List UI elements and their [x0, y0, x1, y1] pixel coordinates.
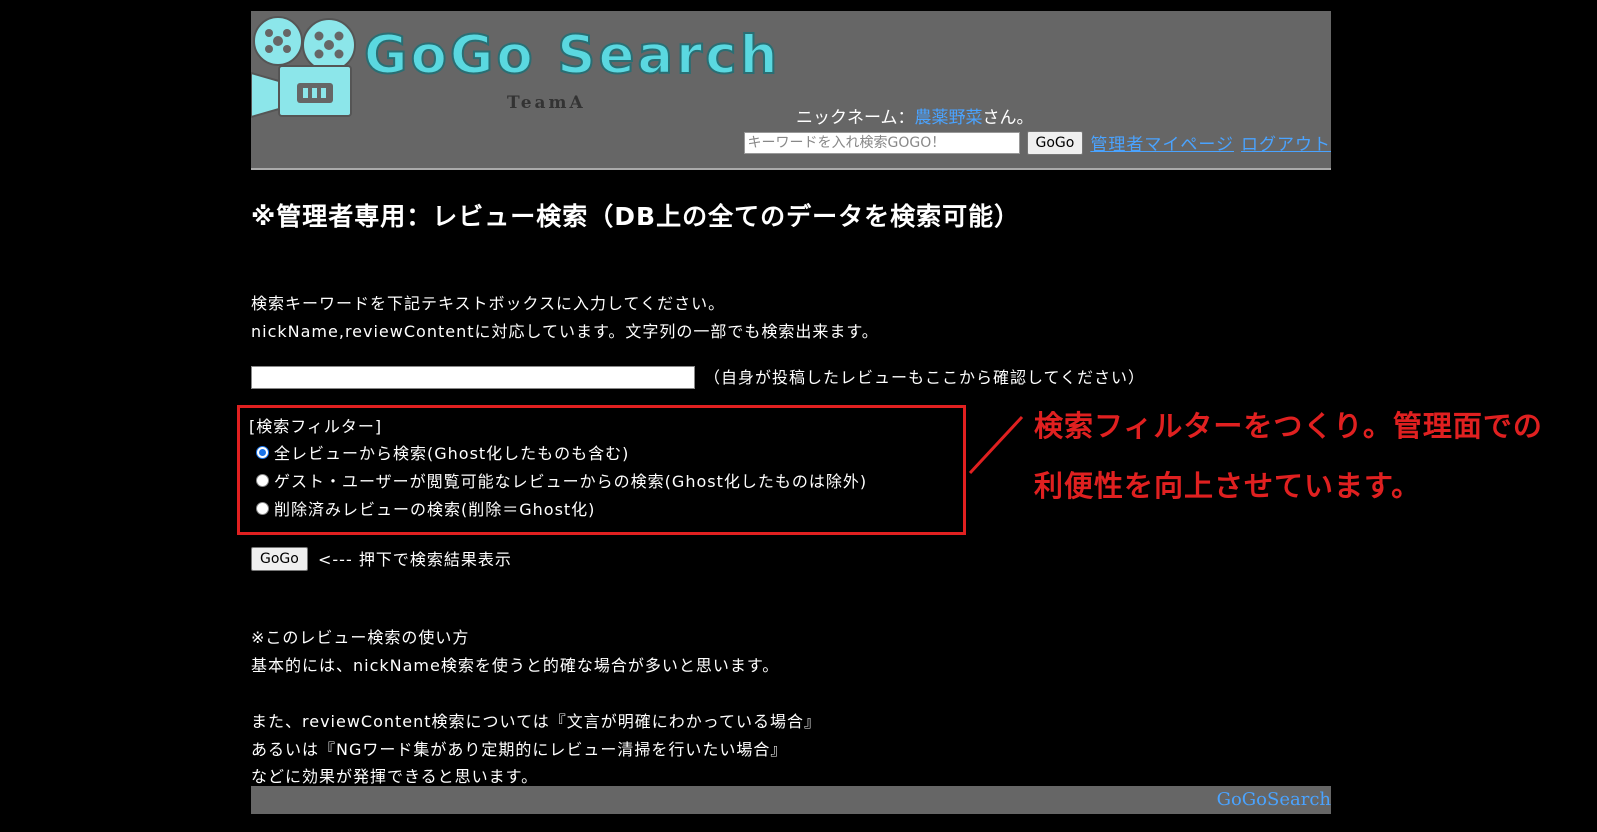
filter-option-label: 全レビューから検索(Ghost化したものも含む) [274, 444, 630, 463]
site-header: GoGo Search TeamA ニックネーム：農薬野菜さん。 GoGo 管理… [251, 11, 1331, 170]
filter-option-deleted[interactable]: 削除済みレビューの検索(削除＝Ghost化) [256, 496, 595, 520]
radio-button[interactable] [256, 501, 269, 515]
annotation-connector-line [968, 415, 1024, 475]
usage-text: また、reviewContent検索については『文言が明確にわかっている場合』 [251, 712, 821, 731]
filter-option-all[interactable]: 全レビューから検索(Ghost化したものも含む) [256, 440, 629, 464]
header-search-bar: GoGo 管理者マイページ ログアウト [743, 130, 1332, 155]
keyword-hint: （自身が投稿したレビューもここから確認してください） [704, 368, 1146, 387]
instruction-text: nickName,reviewContentに対応しています。文字列の一部でも検… [251, 322, 879, 341]
page-title: ※管理者専用：レビュー検索（DB上の全てのデータを検索可能） [251, 202, 1021, 231]
annotation-text: 検索フィルターをつくり。管理面での [1034, 409, 1543, 443]
filter-title: [検索フィルター] [249, 417, 383, 436]
usage-text: あるいは『NGワード集があり定期的にレビュー清掃を行いたい場合』 [251, 740, 788, 759]
instruction-text: 検索キーワードを下記テキストボックスに入力してください。 [251, 294, 726, 313]
keyword-search-input[interactable] [251, 366, 695, 389]
radio-button[interactable] [256, 473, 269, 487]
logo-subtitle: TeamA [507, 93, 586, 113]
annotation-text: 利便性を向上させています。 [1034, 469, 1422, 503]
usage-title: ※このレビュー検索の使い方 [251, 628, 470, 647]
filter-option-visible[interactable]: ゲスト・ユーザーが閲覧可能なレビューからの検索(Ghost化したものは除外) [256, 468, 867, 492]
footer-brand: GoGoSearch [1216, 789, 1331, 810]
movie-camera-icon [251, 16, 356, 119]
filter-option-label: 削除済みレビューの検索(削除＝Ghost化) [274, 500, 596, 519]
filter-option-label: ゲスト・ユーザーが閲覧可能なレビューからの検索(Ghost化したものは除外) [274, 472, 868, 491]
nickname: 農薬野菜 [914, 108, 983, 128]
usage-text: 基本的には、nickName検索を使うと的確な場合が多いと思います。 [251, 656, 780, 675]
header-search-input[interactable] [743, 131, 1020, 154]
search-submit-button[interactable]: GoGo [251, 547, 308, 571]
nickname-prefix: ニックネーム： [796, 108, 915, 128]
radio-button[interactable] [256, 445, 269, 459]
page: GoGo Search TeamA ニックネーム：農薬野菜さん。 GoGo 管理… [0, 0, 1597, 832]
logout-link[interactable]: ログアウト [1241, 130, 1331, 155]
nickname-suffix: さん。 [982, 108, 1034, 128]
nickname-greeting: ニックネーム：農薬野菜さん。 [796, 103, 1034, 128]
logo-text: GoGo Search [363, 24, 781, 87]
submit-hint: <--- 押下で検索結果表示 [318, 550, 512, 569]
site-footer: GoGoSearch [251, 786, 1331, 814]
usage-text: などに効果が発揮できると思います。 [251, 767, 539, 786]
admin-mypage-link[interactable]: 管理者マイページ [1090, 130, 1234, 155]
header-search-button[interactable]: GoGo [1026, 130, 1084, 155]
